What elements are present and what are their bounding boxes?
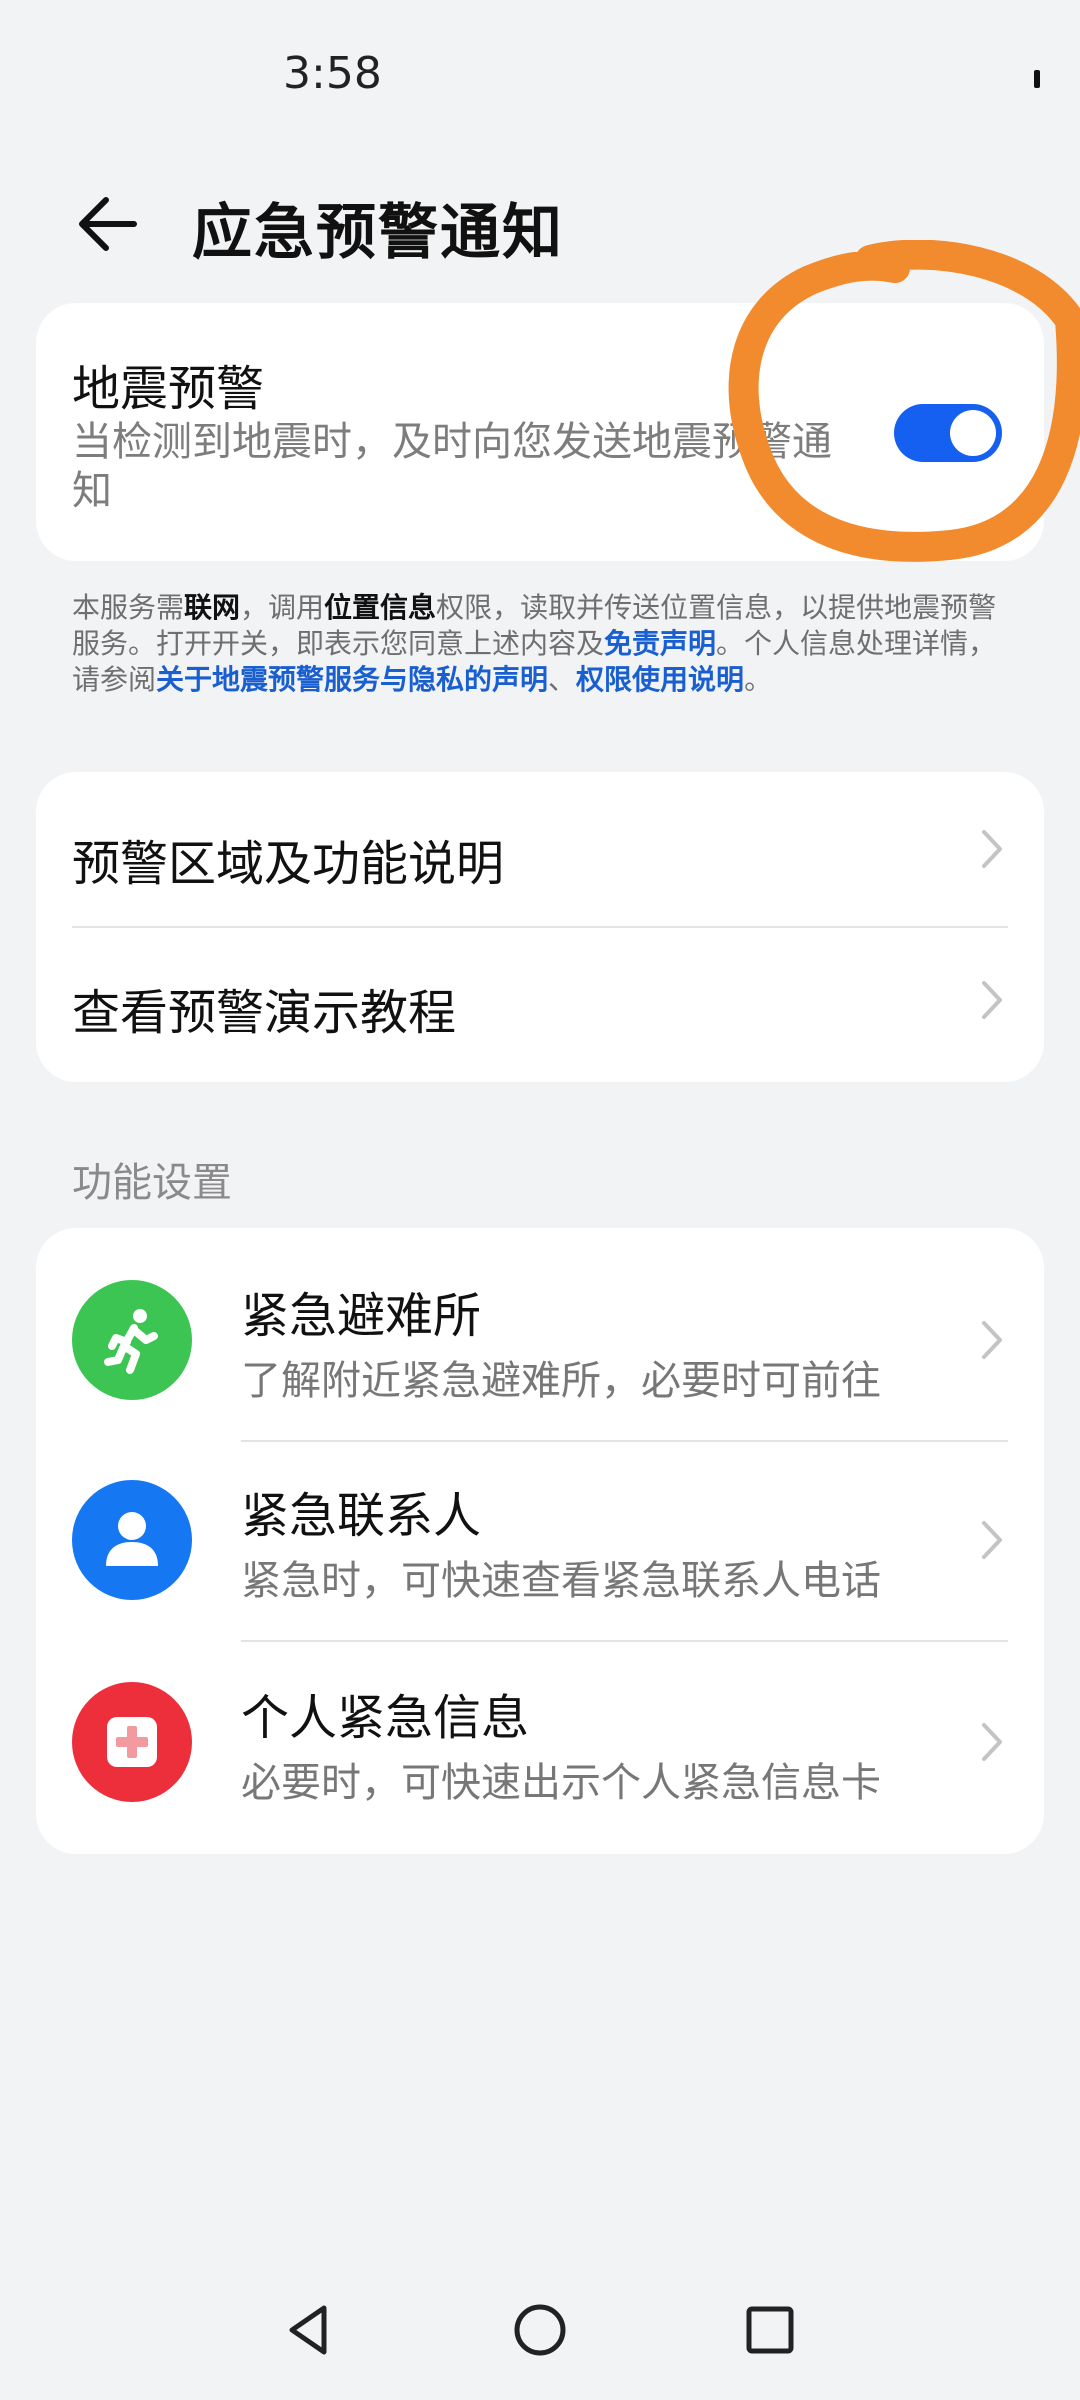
- square-recents-icon: [746, 2306, 794, 2354]
- privacy-statement-link[interactable]: 关于地震预警服务与隐私的声明: [156, 663, 548, 696]
- privacy-notice: 本服务需联网，调用位置信息权限，读取并传送位置信息，以提供地震预警服务。打开开关…: [72, 590, 1012, 698]
- back-arrow-icon: [79, 197, 137, 251]
- notice-text: 本服务需: [72, 591, 185, 624]
- nav-home-button[interactable]: [510, 2300, 570, 2364]
- notice-text: 。: [744, 663, 773, 696]
- permission-usage-link[interactable]: 权限使用说明: [576, 663, 744, 696]
- notice-text: 、: [548, 663, 577, 696]
- warning-area-label: 预警区域及功能说明: [72, 836, 505, 892]
- triangle-back-icon: [289, 2305, 327, 2355]
- person-icon: [72, 1480, 192, 1600]
- running-person-icon: [72, 1280, 192, 1400]
- chevron-right-icon: [982, 1321, 1002, 1359]
- medical-cross-icon: [72, 1682, 192, 1802]
- status-time: 3:58: [283, 48, 382, 99]
- demo-tutorial-label: 查看预警演示教程: [72, 985, 457, 1041]
- page-title: 应急预警通知: [192, 198, 564, 268]
- personal-info-row[interactable]: 个人紧急信息 必要时，可快速出示个人紧急信息卡: [36, 1642, 1044, 1854]
- notice-text: ，调用: [240, 591, 325, 624]
- personal-info-subtitle: 必要时，可快速出示个人紧急信息卡: [241, 1760, 881, 1806]
- emergency-contact-title: 紧急联系人: [241, 1488, 482, 1544]
- nav-back-button[interactable]: [280, 2300, 340, 2364]
- notice-bold-location: 位置信息: [324, 591, 437, 624]
- nav-recents-button[interactable]: [740, 2300, 800, 2364]
- annotation-circle: [728, 240, 1080, 562]
- shelter-title: 紧急避难所: [241, 1288, 482, 1344]
- emergency-contact-row[interactable]: 紧急联系人 紧急时，可快速查看紧急联系人电话: [36, 1442, 1044, 1642]
- chevron-right-icon: [982, 1521, 1002, 1559]
- shelter-row[interactable]: 紧急避难所 了解附近紧急避难所，必要时可前往: [36, 1228, 1044, 1440]
- status-indicator: [1034, 70, 1040, 88]
- chevron-right-icon: [982, 981, 1002, 1019]
- circle-home-icon: [514, 2304, 566, 2356]
- warning-area-row[interactable]: 预警区域及功能说明: [36, 772, 1044, 926]
- earthquake-title: 地震预警: [72, 361, 265, 417]
- demo-tutorial-row[interactable]: 查看预警演示教程: [36, 928, 1044, 1082]
- chevron-right-icon: [982, 1723, 1002, 1761]
- back-button[interactable]: [72, 188, 144, 260]
- section-title: 功能设置: [72, 1160, 232, 1206]
- emergency-contact-subtitle: 紧急时，可快速查看紧急联系人电话: [241, 1558, 881, 1604]
- notice-bold-network: 联网: [184, 591, 241, 624]
- chevron-right-icon: [982, 830, 1002, 868]
- disclaimer-link[interactable]: 免责声明: [604, 627, 716, 660]
- shelter-subtitle: 了解附近紧急避难所，必要时可前往: [241, 1358, 881, 1404]
- personal-info-title: 个人紧急信息: [241, 1690, 530, 1746]
